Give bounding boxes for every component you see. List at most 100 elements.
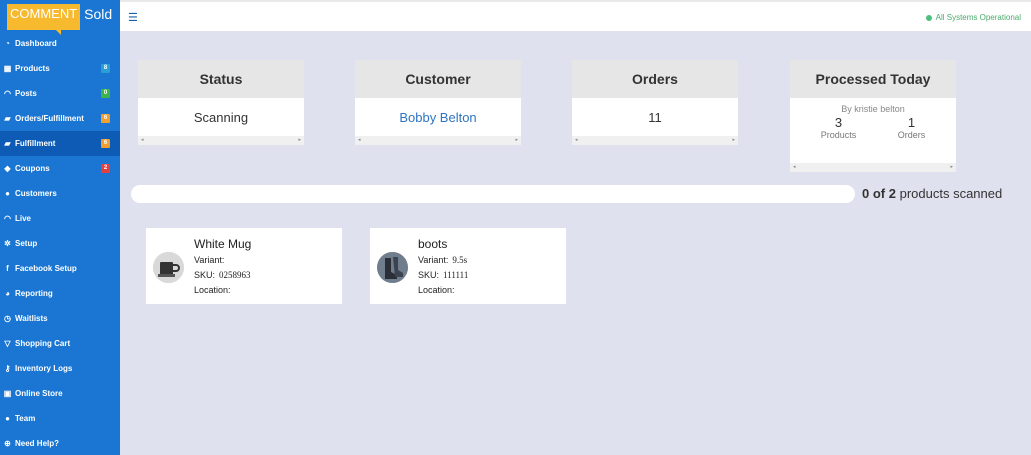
rss-icon: ◠ <box>4 89 11 98</box>
product-location: Location: <box>418 285 459 295</box>
status-card-value: Scanning <box>193 109 249 125</box>
count-badge: 2 <box>101 164 110 173</box>
sidebar-item-team[interactable]: ● Team <box>0 406 120 431</box>
sidebar-item-label: Need Help? <box>15 439 60 448</box>
status-card: Status Scanning ◂ ▸ <box>138 60 304 145</box>
processed-products: 3 Products <box>820 116 857 141</box>
count-badge: 8 <box>101 64 110 73</box>
sidebar-item-facebook-setup[interactable]: f Facebook Setup <box>0 256 120 281</box>
tag-icon: ◆ <box>4 164 11 173</box>
customer-card-scrollbar[interactable]: ◂ ▸ <box>355 136 521 145</box>
sidebar-nav: ◔ Dashboard ▦ Products 8 ◠ Posts 0 ▰ Orders/Fulfi… <box>0 31 120 455</box>
product-variant: Variant: 9.5s <box>418 255 467 265</box>
processed-by: By kristie belton <box>841 104 905 114</box>
sidebar-item-need-help[interactable]: ⊕ Need Help? <box>0 431 120 455</box>
clock-icon: ◷ <box>4 314 11 323</box>
rss-icon: ◠ <box>4 214 11 223</box>
customer-link[interactable]: Bobby Belton <box>399 110 476 125</box>
variant-value: 9.5s <box>452 255 468 265</box>
sidebar-item-coupons[interactable]: ◆ Coupons 2 <box>0 156 120 181</box>
product-location: Location: <box>194 285 235 295</box>
product-card-white-mug[interactable]: White Mug Variant: SKU: 0258963 Location: <box>146 228 342 304</box>
sidebar-item-setup[interactable]: ✲ Setup <box>0 231 120 256</box>
sidebar-item-online-store[interactable]: ▣ Online Store <box>0 381 120 406</box>
variant-label: Variant: <box>418 255 449 265</box>
sidebar-item-label: Inventory Logs <box>15 364 73 373</box>
product-name: White Mug <box>194 237 252 251</box>
truck-icon: ▰ <box>4 114 11 123</box>
product-variant: Variant: <box>194 255 228 265</box>
processed-today-title: Processed Today <box>790 60 956 98</box>
customer-card: Customer Bobby Belton ◂ ▸ <box>355 60 521 145</box>
logo-sold: Sold <box>84 6 113 22</box>
scroll-right-icon[interactable]: ▸ <box>950 164 953 170</box>
status-dot-icon <box>925 14 932 21</box>
product-sku: SKU: 111111 <box>418 270 468 280</box>
sidebar-item-label: Setup <box>15 239 38 248</box>
orders-card: Orders 11 ◂ ▸ <box>572 60 738 145</box>
sidebar-item-label: Customers <box>15 189 57 198</box>
sidebar-item-label: Waitlists <box>15 314 48 323</box>
sku-label: SKU: <box>418 270 440 280</box>
location-label: Location: <box>418 285 455 295</box>
help-icon: ⊕ <box>4 439 11 448</box>
sidebar-item-label: Facebook Setup <box>15 264 77 273</box>
sku-value: 111111 <box>443 270 469 280</box>
variant-label: Variant: <box>194 255 225 265</box>
sidebar-item-label: Reporting <box>15 289 53 298</box>
orders-card-title: Orders <box>572 60 738 98</box>
sidebar-item-live[interactable]: ◠ Live <box>0 206 120 231</box>
scroll-left-icon[interactable]: ◂ <box>141 137 144 143</box>
sidebar-item-label: Products <box>15 64 50 73</box>
truck-icon: ▰ <box>4 139 11 148</box>
sidebar-item-dashboard[interactable]: ◔ Dashboard <box>0 31 120 56</box>
sidebar-item-label: Coupons <box>15 164 50 173</box>
sku-value: 0258963 <box>219 270 251 280</box>
cart-icon: ▽ <box>4 339 11 348</box>
key-icon: ⚷ <box>4 364 11 373</box>
scroll-left-icon[interactable]: ◂ <box>575 137 578 143</box>
system-status[interactable]: All Systems Operational <box>925 13 1021 22</box>
user-icon: ● <box>5 189 10 198</box>
scan-progress-suffix: products scanned <box>899 186 1003 201</box>
scroll-right-icon[interactable]: ▸ <box>515 137 518 143</box>
facebook-icon: f <box>6 264 9 273</box>
sidebar-item-reporting[interactable]: ◕ Reporting <box>0 281 120 306</box>
sidebar-item-products[interactable]: ▦ Products 8 <box>0 56 120 81</box>
sidebar-item-posts[interactable]: ◠ Posts 0 <box>0 81 120 106</box>
scroll-left-icon[interactable]: ◂ <box>358 137 361 143</box>
product-image-mug <box>153 252 184 283</box>
orders-card-value: 11 <box>648 109 662 125</box>
processed-orders-count: 1 <box>907 115 916 130</box>
scan-progress-bar <box>131 185 855 203</box>
sidebar-item-fulfillment[interactable]: ▰ Fulfillment 6 <box>0 131 120 156</box>
sidebar-item-label: Dashboard <box>15 39 57 48</box>
product-card-boots[interactable]: boots Variant: 9.5s SKU: 111111 Location: <box>370 228 566 304</box>
dashboard-icon: ◔ <box>5 39 10 48</box>
scroll-right-icon[interactable]: ▸ <box>298 137 301 143</box>
store-icon: ▣ <box>3 389 12 398</box>
sidebar-item-orders-fulfillment[interactable]: ▰ Orders/Fulfillment 6 <box>0 106 120 131</box>
sidebar-item-label: Team <box>15 414 36 423</box>
sidebar-item-inventory-logs[interactable]: ⚷ Inventory Logs <box>0 356 120 381</box>
status-card-scrollbar[interactable]: ◂ ▸ <box>138 136 304 145</box>
processed-orders-label: Orders <box>897 130 926 140</box>
location-label: Location: <box>194 285 231 295</box>
sidebar-item-shopping-cart[interactable]: ▽ Shopping Cart <box>0 331 120 356</box>
sidebar-item-label: Orders/Fulfillment <box>15 114 84 123</box>
scan-progress-text: 0 of 2 products scanned <box>862 185 1002 203</box>
logo[interactable]: COMMENT Sold <box>7 4 116 35</box>
scroll-left-icon[interactable]: ◂ <box>793 164 796 170</box>
scroll-right-icon[interactable]: ▸ <box>732 137 735 143</box>
orders-card-scrollbar[interactable]: ◂ ▸ <box>572 136 738 145</box>
processed-card-scrollbar[interactable]: ◂ ▸ <box>790 163 956 172</box>
sidebar-item-waitlists[interactable]: ◷ Waitlists <box>0 306 120 331</box>
logo-comment: COMMENT <box>7 4 81 35</box>
system-status-text: All Systems Operational <box>935 13 1021 22</box>
sidebar-item-label: Fulfillment <box>15 139 56 148</box>
sidebar-item-customers[interactable]: ● Customers <box>0 181 120 206</box>
sidebar: COMMENT Sold ◔ Dashboard ▦ Products 8 ◠ Posts 0… <box>0 0 120 455</box>
status-card-title: Status <box>138 60 304 98</box>
processed-products-label: Products <box>820 130 857 140</box>
menu-toggle-icon[interactable]: ☰ <box>128 11 138 24</box>
